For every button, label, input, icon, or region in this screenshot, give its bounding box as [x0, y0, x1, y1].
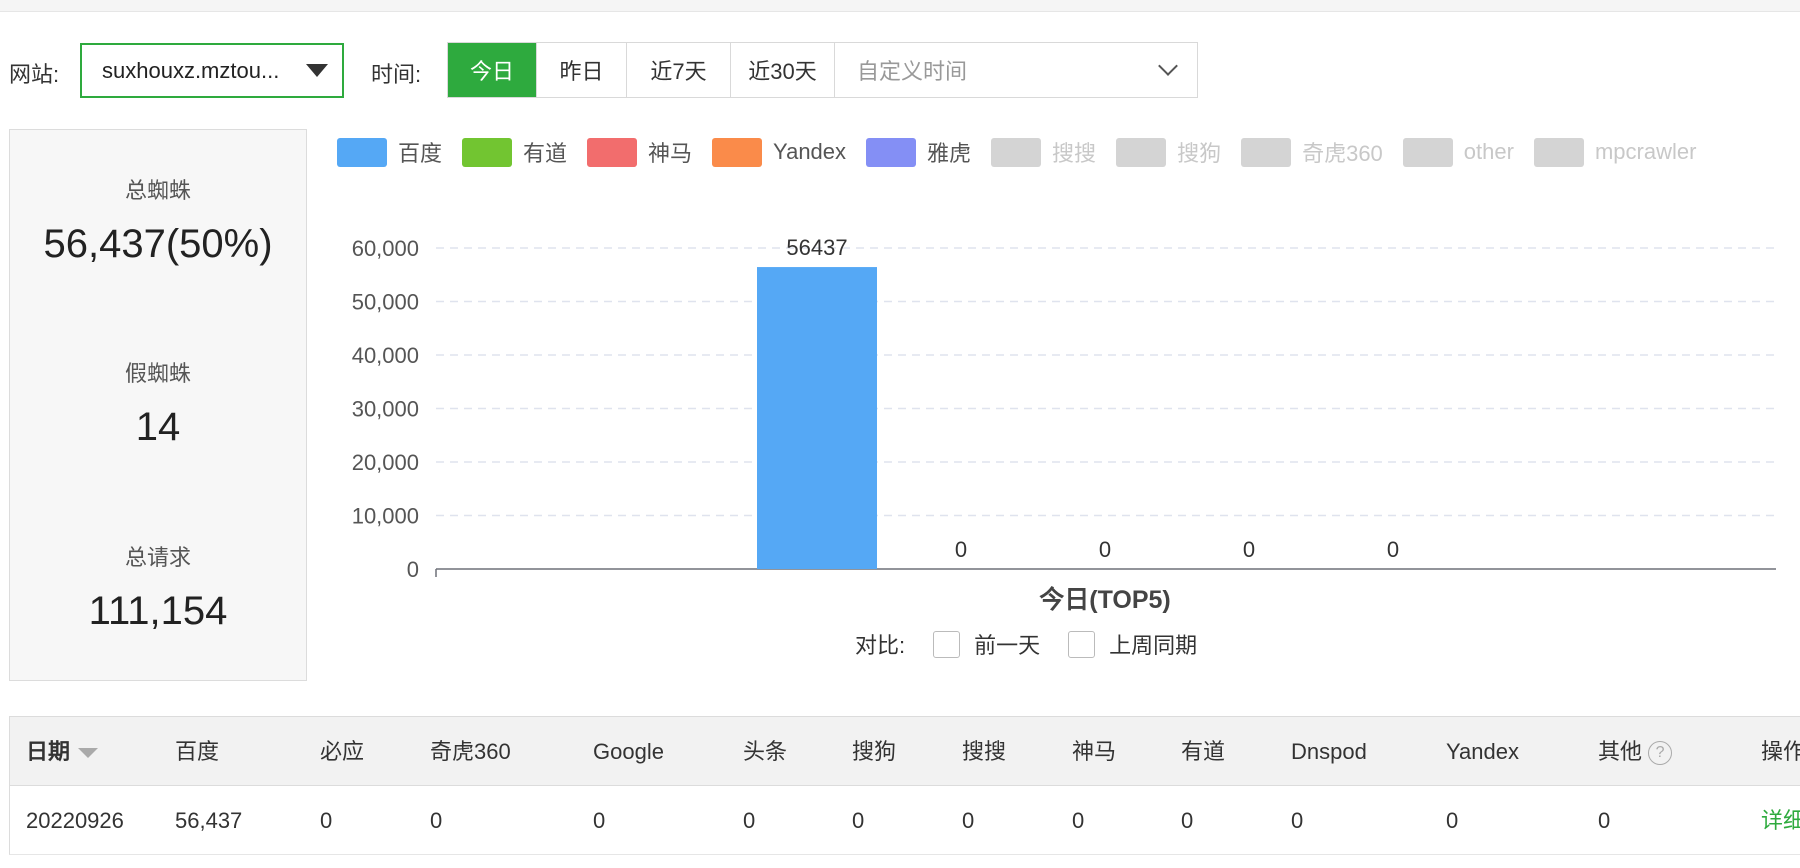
- bar-data-label: 0: [1099, 537, 1111, 562]
- column-header-label: 必应: [320, 739, 365, 764]
- column-header: 神马: [1072, 717, 1116, 786]
- chart-title: 今日(TOP5): [1039, 586, 1171, 614]
- column-header[interactable]: 日期: [26, 717, 99, 786]
- y-tick-label: 0: [407, 557, 419, 582]
- column-header-label: 搜搜: [962, 739, 1007, 764]
- column-header-label: 操作: [1761, 739, 1800, 764]
- table-cell: 0: [320, 808, 333, 833]
- compare-last-week-label: 上周同期: [1109, 633, 1198, 658]
- table-cell: 0: [1446, 808, 1459, 833]
- bar-chart: 0 10,000 20,000 30,000 40,000 50,000 60,000 564…: [352, 235, 1776, 582]
- table-cell: 56,437: [175, 808, 243, 833]
- column-header: 其他?: [1598, 717, 1673, 786]
- column-header: 奇虎360: [430, 717, 511, 786]
- column-header: Yandex: [1446, 717, 1519, 786]
- compare-label: 对比:: [855, 633, 906, 658]
- column-header: Google: [593, 717, 664, 786]
- column-header: 有道: [1181, 717, 1225, 786]
- y-tick-label: 20,000: [352, 450, 419, 475]
- data-table: 日期 百度 必应 奇虎360 Google 头条 搜狗 搜搜 神马 有道 Dnspod Yandex 其…: [9, 716, 1800, 855]
- table-cell: 0: [430, 808, 443, 833]
- table-cell: 0: [962, 808, 975, 833]
- column-header-label: Yandex: [1446, 739, 1519, 764]
- column-header: 必应: [320, 717, 364, 786]
- column-header: 操作: [1761, 717, 1800, 786]
- column-header-label: 日期: [26, 739, 71, 764]
- sort-desc-icon[interactable]: [78, 748, 99, 759]
- compare-last-week-checkbox[interactable]: [1068, 630, 1096, 658]
- detail-link[interactable]: 详细: [1761, 786, 1800, 855]
- column-header-label: Google: [593, 739, 664, 764]
- compare-row: 对比: 前一天 上周同期: [855, 628, 1197, 660]
- column-header-label: 神马: [1072, 739, 1117, 764]
- column-header: Dnspod: [1291, 717, 1367, 786]
- column-header: 百度: [175, 717, 219, 786]
- table-header: 日期 百度 必应 奇虎360 Google 头条 搜狗 搜搜 神马 有道 Dnspod Yandex 其…: [9, 717, 1800, 786]
- bar-data-label: 0: [1243, 537, 1255, 562]
- bar-data-label: 0: [955, 537, 967, 562]
- table-cell: 0: [852, 808, 865, 833]
- table-body: 20220926 56,437 0 0 0 0 0 0 0 0 0 0 0 详细: [9, 786, 1800, 855]
- table-row: 20220926 56,437 0 0 0 0 0 0 0 0 0 0 0 详细: [9, 786, 1800, 855]
- column-header-label: 奇虎360: [430, 739, 511, 764]
- y-tick-label: 30,000: [352, 397, 419, 422]
- compare-prev-day-label: 前一天: [974, 633, 1041, 658]
- table-cell: 0: [1072, 808, 1085, 833]
- column-header: 搜搜: [962, 717, 1006, 786]
- y-tick-label: 60,000: [352, 236, 419, 261]
- y-tick-label: 50,000: [352, 290, 419, 315]
- table-cell: 0: [743, 808, 756, 833]
- bar[interactable]: [757, 267, 877, 569]
- y-tick-label: 40,000: [352, 343, 419, 368]
- column-header: 头条: [743, 717, 787, 786]
- column-header-label: 搜狗: [852, 739, 897, 764]
- help-icon[interactable]: ?: [1648, 741, 1673, 766]
- column-header: 搜狗: [852, 717, 896, 786]
- table-cell: 0: [1181, 808, 1194, 833]
- table-cell: 0: [1598, 808, 1611, 833]
- table-cell: 0: [593, 808, 606, 833]
- bar-data-label: 0: [1387, 537, 1399, 562]
- compare-prev-day-checkbox[interactable]: [933, 630, 961, 658]
- y-tick-label: 10,000: [352, 504, 419, 529]
- bar-data-label: 56437: [786, 235, 847, 260]
- column-header-label: 其他: [1598, 739, 1643, 764]
- column-header-label: 有道: [1181, 739, 1226, 764]
- column-header-label: Dnspod: [1291, 739, 1367, 764]
- column-header-label: 头条: [743, 739, 788, 764]
- table-cell: 20220926: [26, 808, 124, 833]
- table-cell: 0: [1291, 808, 1304, 833]
- column-header-label: 百度: [175, 739, 220, 764]
